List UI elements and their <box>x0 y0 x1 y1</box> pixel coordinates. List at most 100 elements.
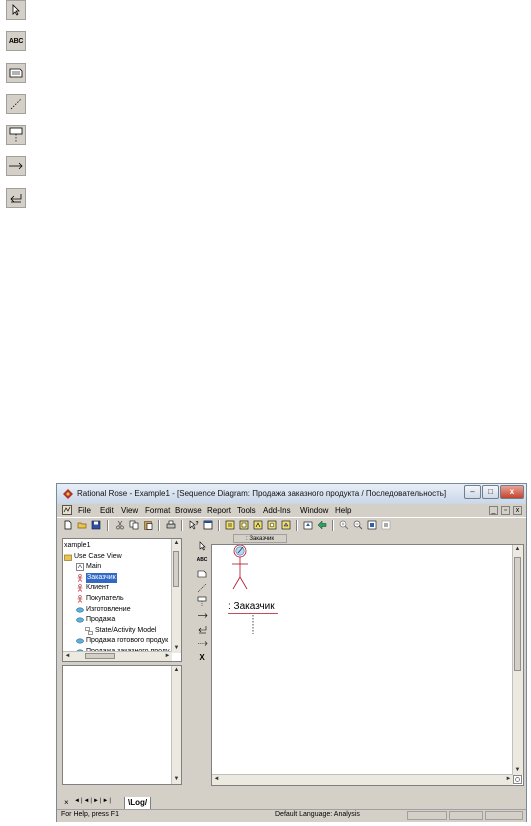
status-panel <box>449 811 483 820</box>
object-lifeline-icon <box>9 127 23 142</box>
scroll-thumb[interactable] <box>173 551 179 587</box>
toolbox-anchor[interactable] <box>195 581 209 594</box>
toolbox-message[interactable] <box>195 609 209 622</box>
diagram-horizontal-scrollbar[interactable]: ◄ ► <box>212 774 513 785</box>
menu-browse[interactable]: Browse <box>175 506 202 515</box>
close-button[interactable]: x <box>500 485 524 499</box>
menu-tools[interactable]: Tools <box>237 506 256 515</box>
menu-report[interactable]: Report <box>207 506 231 515</box>
diagram-icon <box>76 563 84 571</box>
context-help-icon[interactable]: ? <box>189 520 199 530</box>
browse-previous-icon[interactable] <box>317 520 327 530</box>
toolbox-return-message[interactable] <box>195 637 209 650</box>
scroll-down-icon[interactable]: ▼ <box>513 766 522 775</box>
browser-vertical-scrollbar[interactable]: ▲ ▼ <box>171 539 181 653</box>
menu-view[interactable]: View <box>121 506 138 515</box>
menu-file[interactable]: File <box>78 506 91 515</box>
text-tool[interactable]: ABC <box>6 31 26 51</box>
doc-vertical-scrollbar[interactable]: ▲ ▼ <box>171 666 181 784</box>
scroll-left-icon[interactable]: ◄ <box>212 775 221 784</box>
scroll-right-icon[interactable]: ► <box>504 775 513 784</box>
actor-icon <box>77 595 83 603</box>
fit-in-window-icon[interactable] <box>367 520 377 530</box>
actor-figure-icon[interactable] <box>228 545 268 605</box>
open-folder-icon[interactable] <box>77 520 87 530</box>
note-tool[interactable] <box>6 63 26 83</box>
browse-parent-icon[interactable] <box>303 520 313 530</box>
scroll-down-icon[interactable]: ▼ <box>172 644 181 653</box>
scroll-up-icon[interactable]: ▲ <box>513 545 522 554</box>
browser-horizontal-scrollbar[interactable]: ◄ ► <box>63 651 172 661</box>
document-system-icon[interactable] <box>62 505 72 515</box>
new-file-icon[interactable] <box>63 520 73 530</box>
toolbar-separator <box>332 520 334 531</box>
window-title: Rational Rose - Example1 - [Sequence Dia… <box>77 489 447 498</box>
menu-edit[interactable]: Edit <box>100 506 114 515</box>
dashed-line-icon <box>197 583 207 592</box>
statechart-diagram-icon[interactable] <box>267 520 277 530</box>
toolbox-text[interactable]: ABC <box>195 553 209 566</box>
sequence-diagram-canvas[interactable]: : Заказчик ▲ ▼ ◄ ► <box>211 544 524 786</box>
maximize-button[interactable]: □ <box>482 485 499 499</box>
scroll-left-icon[interactable]: ◄ <box>63 652 72 661</box>
hscroll-thumb[interactable] <box>85 653 115 659</box>
tree-item-label: State/Activity Model <box>95 626 157 634</box>
note-icon <box>9 68 23 78</box>
tree-item-label: Продажа <box>86 616 116 624</box>
scroll-up-icon[interactable]: ▲ <box>172 666 181 675</box>
menu-help[interactable]: Help <box>335 506 351 515</box>
browser-window-icon[interactable] <box>203 520 213 530</box>
folder-icon <box>64 554 72 561</box>
log-tab-bar: × ◄|◄|►|►| \Log/ <box>62 797 524 810</box>
overview-navigator-icon[interactable] <box>513 775 522 784</box>
mdi-minimize-button[interactable]: _ <box>489 506 498 515</box>
scroll-up-icon[interactable]: ▲ <box>172 539 181 548</box>
copy-icon[interactable] <box>129 520 139 530</box>
tree-item-label: Покупатель <box>86 595 124 602</box>
actor-name-label[interactable]: : Заказчик <box>228 601 275 612</box>
toolbox-note[interactable] <box>195 567 209 580</box>
mdi-restore-button[interactable]: ▫ <box>501 506 510 515</box>
print-icon[interactable] <box>166 520 176 530</box>
undo-fit-icon[interactable] <box>381 520 391 530</box>
toolbox-destruction-marker[interactable]: X <box>195 651 209 664</box>
title-bar[interactable]: Rational Rose - Example1 - [Sequence Dia… <box>57 484 526 504</box>
object-tool[interactable] <box>6 125 26 145</box>
toolbox-self-message[interactable] <box>195 623 209 636</box>
save-icon[interactable] <box>91 520 101 530</box>
menu-format[interactable]: Format <box>145 506 170 515</box>
log-close-icon[interactable]: × <box>64 798 69 807</box>
scroll-right-icon[interactable]: ► <box>163 652 172 661</box>
mdi-close-button[interactable]: x <box>513 506 522 515</box>
toolbox-object[interactable] <box>195 595 209 608</box>
use-case-icon <box>76 638 84 644</box>
documentation-pane[interactable]: ▲ ▼ <box>62 665 182 785</box>
selector-tool[interactable] <box>6 0 26 20</box>
cut-icon[interactable] <box>115 520 125 530</box>
scroll-down-icon[interactable]: ▼ <box>172 775 181 784</box>
component-diagram-icon[interactable] <box>253 520 263 530</box>
self-message-tool[interactable] <box>6 188 26 208</box>
diagram-vertical-scrollbar[interactable]: ▲ ▼ <box>512 545 523 775</box>
deployment-diagram-icon[interactable] <box>281 520 291 530</box>
svg-text:?: ? <box>196 521 199 527</box>
class-diagram-icon[interactable] <box>225 520 235 530</box>
tab-nav-arrows-icon[interactable]: ◄|◄|►|►| <box>74 798 112 804</box>
menu-add-ins[interactable]: Add-Ins <box>263 506 291 515</box>
lifeline[interactable] <box>228 613 288 635</box>
minimize-button[interactable]: – <box>464 485 481 499</box>
message-tool[interactable] <box>6 156 26 176</box>
scroll-thumb[interactable] <box>514 557 521 671</box>
tree-item-label: Клиент <box>86 584 110 592</box>
paste-icon[interactable] <box>143 520 153 530</box>
zoom-out-icon[interactable] <box>353 520 363 530</box>
toolbox-selector[interactable] <box>195 539 209 552</box>
model-browser[interactable]: xample1 Use Case View Main Заказчик Клиент По… <box>62 538 182 662</box>
menu-window[interactable]: Window <box>300 506 328 515</box>
zoom-in-icon[interactable] <box>339 520 349 530</box>
state-model-icon <box>85 627 93 635</box>
anchor-tool[interactable] <box>6 94 26 114</box>
rational-rose-window: Rational Rose - Example1 - [Sequence Dia… <box>56 483 527 822</box>
diagram-toolbox: ABC X <box>193 537 211 663</box>
interaction-diagram-icon[interactable] <box>239 520 249 530</box>
